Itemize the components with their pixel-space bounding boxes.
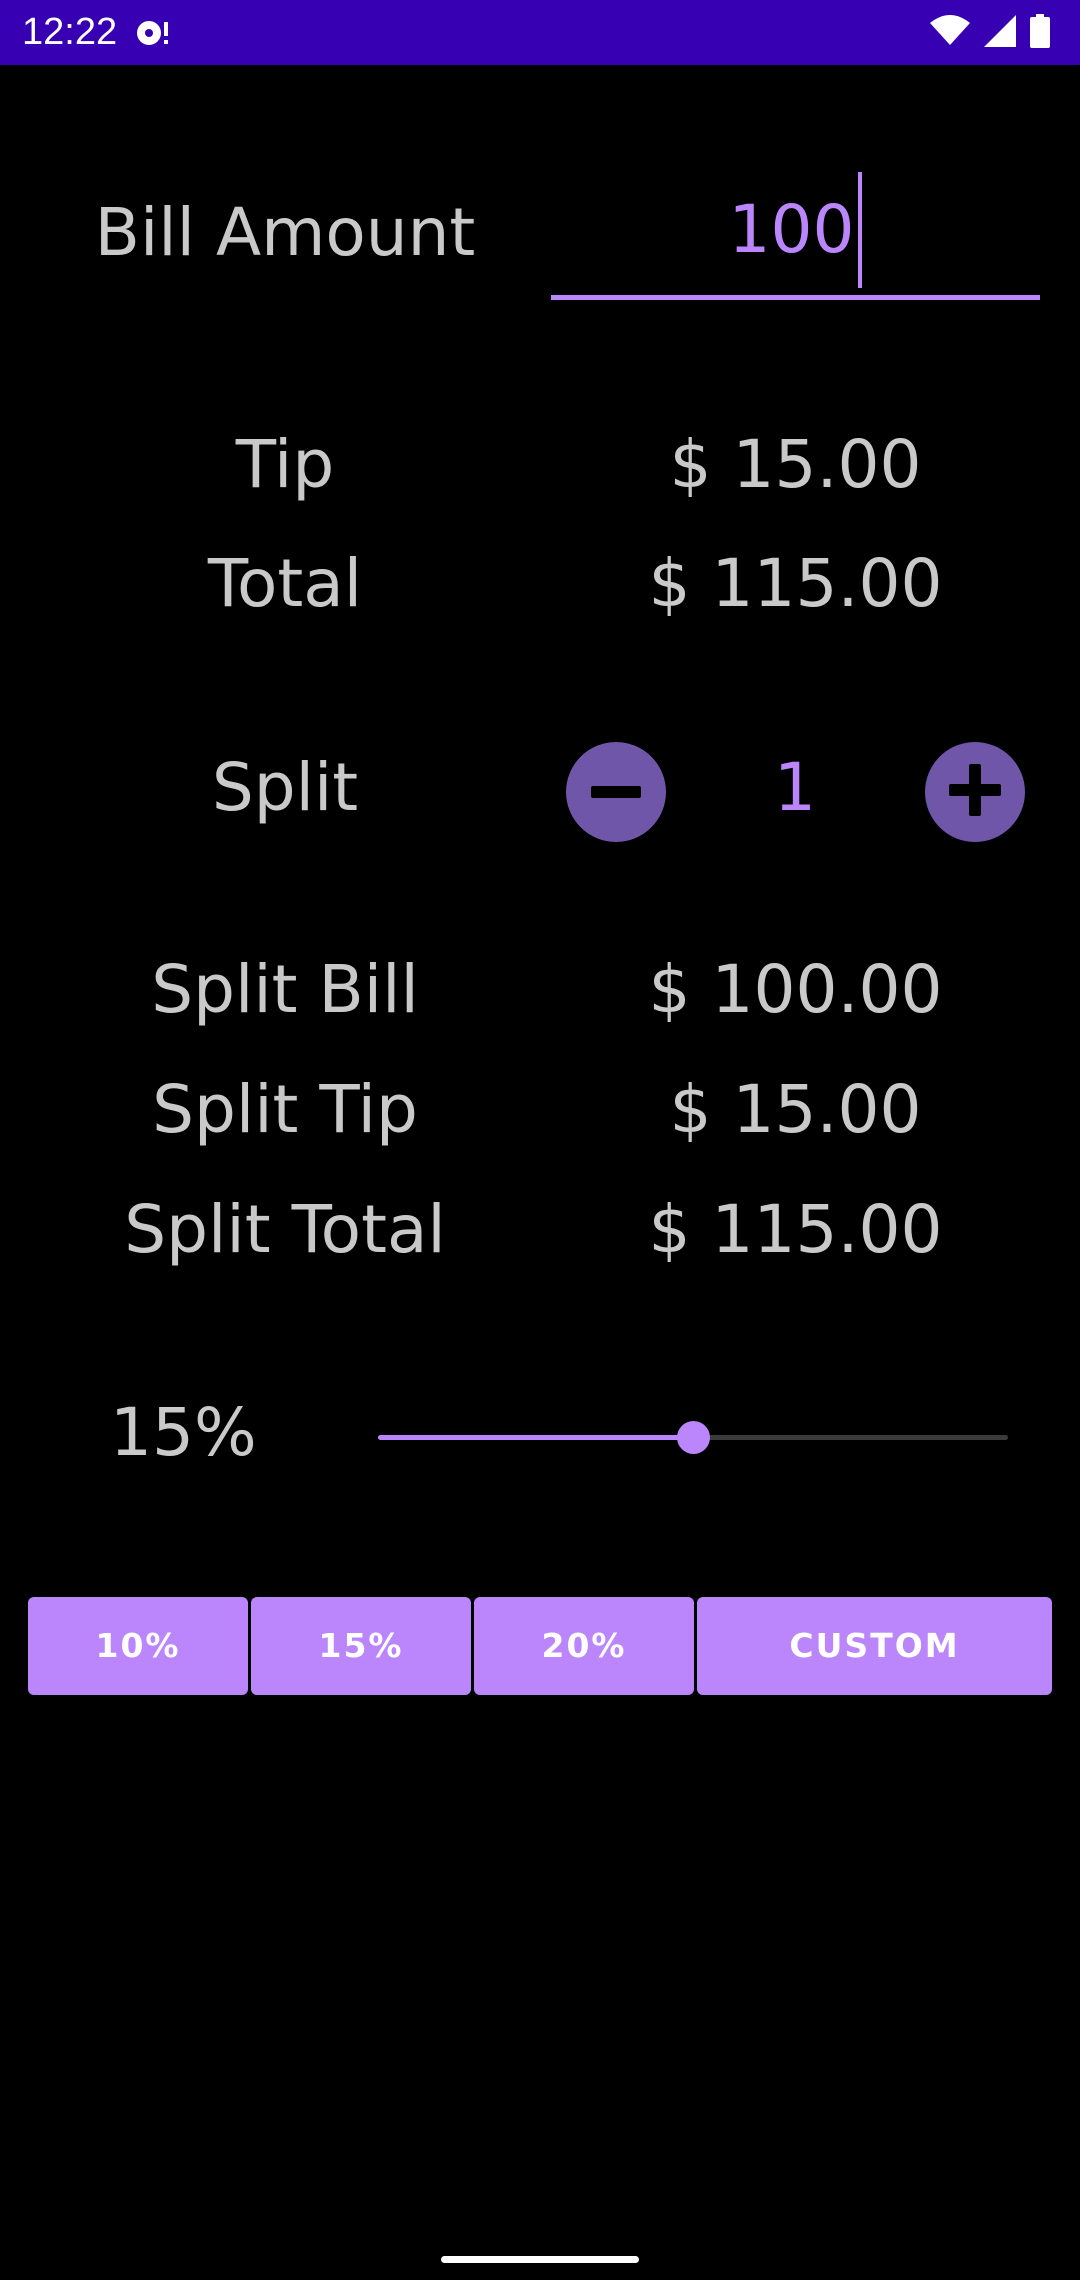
split-increment-button[interactable] xyxy=(925,742,1025,842)
status-time: 12:22 xyxy=(22,11,118,53)
preset-20-button[interactable]: 20% xyxy=(474,1597,694,1695)
tip-percent-label: 15% xyxy=(110,1394,257,1471)
bill-amount-input[interactable]: 100 xyxy=(551,170,1040,300)
status-bar: 12:22 xyxy=(0,0,1080,65)
bill-amount-text: 100 xyxy=(728,191,855,268)
tip-value: $ 15.00 xyxy=(669,426,922,503)
slider-thumb[interactable] xyxy=(677,1421,710,1454)
split-bill-label: Split Bill xyxy=(151,951,419,1028)
split-bill-value: $ 100.00 xyxy=(648,951,943,1028)
split-total-value: $ 115.00 xyxy=(648,1191,943,1268)
tip-percent-slider[interactable] xyxy=(378,1404,1008,1470)
bill-amount-label: Bill Amount xyxy=(94,194,476,271)
gesture-nav-handle[interactable] xyxy=(441,2256,639,2263)
tip-label: Tip xyxy=(235,426,335,503)
split-decrement-button[interactable] xyxy=(566,742,666,842)
wifi-icon xyxy=(930,15,970,51)
slider-fill xyxy=(378,1435,693,1440)
split-count: 1 xyxy=(774,749,816,826)
preset-15-button[interactable]: 15% xyxy=(251,1597,471,1695)
status-icons xyxy=(930,14,1050,52)
split-tip-value: $ 15.00 xyxy=(669,1071,922,1148)
plus-icon xyxy=(949,764,1001,820)
bill-amount-value: 100 xyxy=(551,170,1040,292)
text-caret xyxy=(858,171,863,288)
custom-tip-button[interactable]: CUSTOM xyxy=(697,1597,1052,1695)
media-notification-icon xyxy=(136,18,174,48)
battery-icon xyxy=(1030,14,1050,52)
split-label: Split xyxy=(211,749,359,826)
preset-10-button[interactable]: 10% xyxy=(28,1597,248,1695)
split-total-label: Split Total xyxy=(124,1191,446,1268)
cell-signal-icon xyxy=(984,15,1016,51)
total-label: Total xyxy=(207,545,363,622)
split-tip-label: Split Tip xyxy=(152,1071,418,1148)
minus-icon xyxy=(591,783,641,802)
total-value: $ 115.00 xyxy=(648,545,943,622)
app-screen: 12:22 Bill Amount 100 Tip $ 15.00 Total … xyxy=(0,0,1080,2280)
